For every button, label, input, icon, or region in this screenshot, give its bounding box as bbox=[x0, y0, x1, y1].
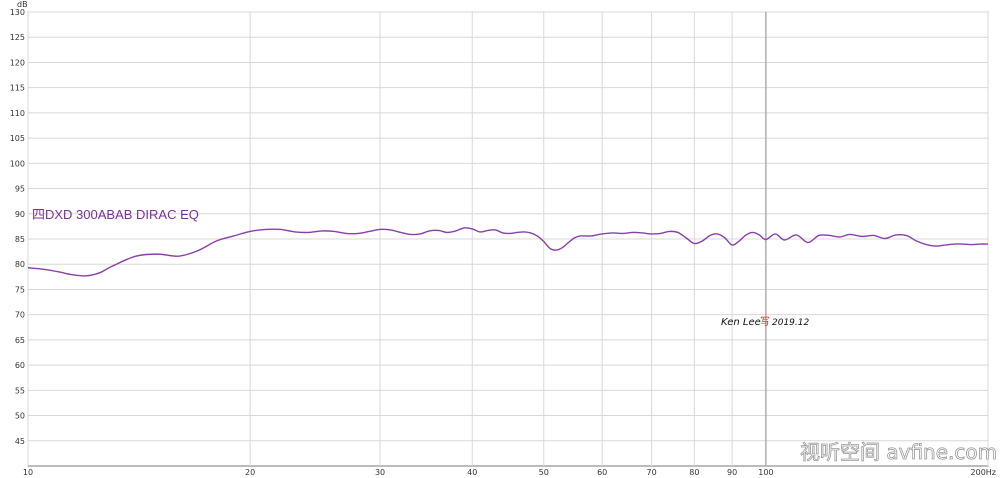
y-tick-label: 130 bbox=[10, 8, 25, 17]
y-tick-label: 55 bbox=[15, 386, 25, 395]
y-tick-label: 70 bbox=[15, 311, 25, 320]
y-tick-label: 85 bbox=[15, 235, 25, 244]
x-tick-label: 200Hz bbox=[971, 468, 996, 477]
x-tick-label: 10 bbox=[23, 468, 33, 477]
signature-annotation: Ken Lee 写 2019.12 bbox=[721, 316, 809, 328]
y-tick-label: 105 bbox=[10, 134, 25, 143]
y-tick-label: 115 bbox=[10, 84, 25, 93]
signature-date: 2019.12 bbox=[772, 318, 809, 328]
y-tick-label: 125 bbox=[10, 33, 25, 42]
y-tick-label: 110 bbox=[10, 109, 25, 118]
x-tick-label: 30 bbox=[375, 468, 385, 477]
x-tick-label: 90 bbox=[727, 468, 737, 477]
y-tick-label: 80 bbox=[15, 260, 25, 269]
frequency-response-chart: 45 50 55 60 65 70 75 80 85 90 95 100 105 110 115 120 125… bbox=[10, 0, 998, 477]
x-axis-ticks: 10 20 30 40 50 60 70 80 90 100 200Hz bbox=[23, 468, 996, 477]
x-tick-label: 60 bbox=[597, 468, 607, 477]
y-tick-label: 95 bbox=[15, 185, 25, 194]
y-axis-ticks: 45 50 55 60 65 70 75 80 85 90 95 100 105 110 115 120 125… bbox=[10, 8, 25, 446]
watermark-text: 视听空间 avfine.com bbox=[800, 440, 997, 464]
y-tick-label: 90 bbox=[15, 210, 25, 219]
y-tick-label: 120 bbox=[10, 58, 25, 67]
x-tick-label: 50 bbox=[539, 468, 549, 477]
signature-name: Ken Lee bbox=[721, 317, 761, 328]
y-tick-label: 50 bbox=[15, 412, 25, 421]
x-tick-label: 80 bbox=[689, 468, 699, 477]
y-tick-label: 100 bbox=[10, 159, 25, 168]
x-tick-label: 100 bbox=[758, 468, 773, 477]
y-axis-unit: dB bbox=[17, 0, 28, 9]
y-tick-label: 45 bbox=[15, 437, 25, 446]
y-tick-label: 60 bbox=[15, 361, 25, 370]
signature-mark: 写 bbox=[760, 316, 770, 328]
series-label: 四DXD 300ABAB DIRAC EQ bbox=[32, 207, 199, 222]
x-tick-label: 40 bbox=[467, 468, 477, 477]
y-tick-label: 75 bbox=[15, 285, 25, 294]
x-tick-label: 70 bbox=[646, 468, 656, 477]
y-tick-label: 65 bbox=[15, 336, 25, 345]
x-tick-label: 20 bbox=[245, 468, 255, 477]
